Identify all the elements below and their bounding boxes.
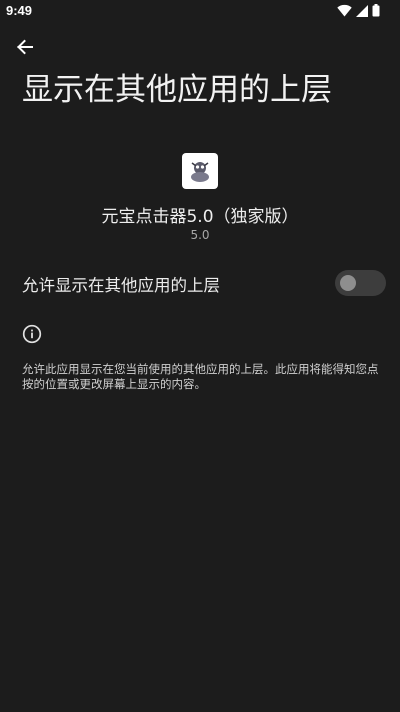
app-version: 5.0 [190, 228, 210, 242]
app-icon [182, 153, 218, 189]
toggle-knob [340, 275, 356, 291]
battery-icon [372, 4, 380, 17]
app-name: 元宝点击器5.0（独家版） [101, 207, 299, 227]
arrow-back-icon [17, 39, 33, 55]
status-bar: 9:49 [0, 0, 400, 24]
page-title: 显示在其他应用的上层 [22, 72, 332, 108]
wifi-icon [337, 4, 352, 17]
status-time: 9:49 [6, 3, 33, 18]
cellular-signal-icon [356, 4, 368, 17]
screen: 9:49 显示在其他应用的上层 元宝点击器5.0（独家版） 5.0 允许显示在其… [0, 0, 400, 712]
permission-description: 允许此应用显示在您当前使用的其他应用的上层。此应用将能得知您点按的位置或更改屏幕… [22, 362, 379, 391]
permission-row[interactable]: 允许显示在其他应用的上层 [0, 262, 400, 304]
overlay-permission-toggle[interactable] [335, 270, 386, 296]
status-icons [337, 4, 380, 17]
back-button[interactable] [10, 32, 40, 62]
info-icon [22, 324, 42, 344]
permission-label: 允许显示在其他应用的上层 [22, 276, 220, 295]
